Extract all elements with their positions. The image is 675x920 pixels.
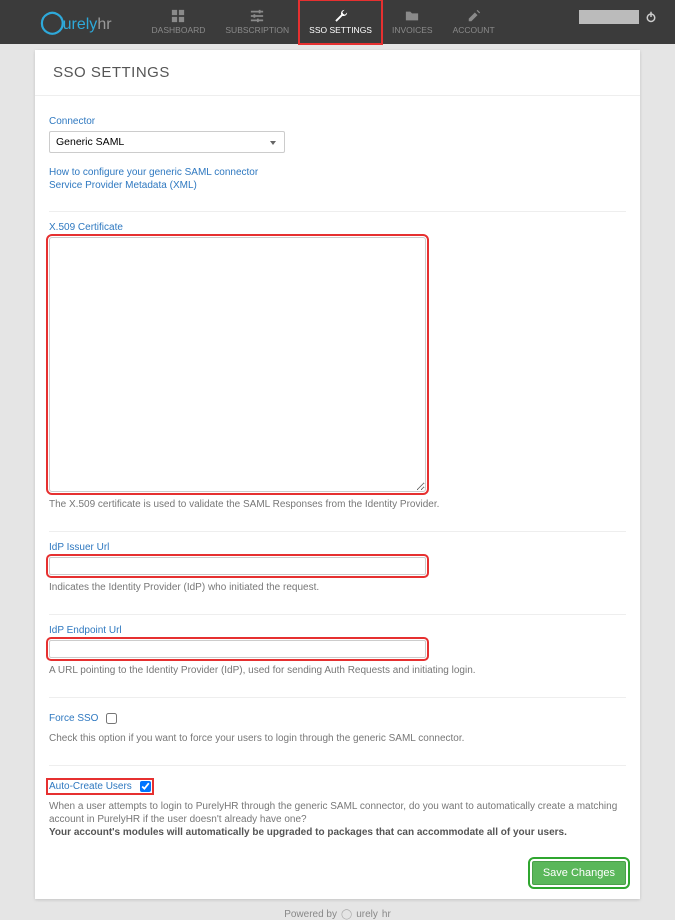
auto-create-label: Auto-Create Users xyxy=(49,781,132,792)
nav-sso-label: SSO SETTINGS xyxy=(309,25,372,35)
nav-dashboard[interactable]: DASHBOARD xyxy=(142,0,216,44)
connector-select-value: Generic SAML xyxy=(56,136,124,148)
auto-create-checkbox[interactable] xyxy=(140,781,151,792)
nav-dashboard-label: DASHBOARD xyxy=(152,25,206,35)
footer-powered-by: Powered by xyxy=(284,909,337,920)
force-sso-checkbox[interactable] xyxy=(106,713,117,724)
nav-invoices[interactable]: INVOICES xyxy=(382,0,443,44)
certificate-textarea[interactable] xyxy=(49,237,426,492)
nav-sso-settings[interactable]: SSO SETTINGS xyxy=(299,0,382,44)
connector-select[interactable]: Generic SAML xyxy=(49,131,285,153)
auto-create-hint-text: When a user attempts to login to PurelyH… xyxy=(49,801,617,825)
edit-icon xyxy=(466,9,482,23)
auto-create-hint-bold: Your account's modules will automaticall… xyxy=(49,827,567,838)
logo[interactable]: ◯ urely hr xyxy=(40,9,112,35)
connector-help-link[interactable]: How to configure your generic SAML conne… xyxy=(49,167,626,178)
footer: Powered by ◯ urelyhr xyxy=(0,909,675,920)
issuer-section: IdP Issuer Url Indicates the Identity Pr… xyxy=(49,531,626,594)
nav-account[interactable]: ACCOUNT xyxy=(443,0,505,44)
connector-label: Connector xyxy=(49,116,626,127)
power-icon[interactable] xyxy=(645,11,657,23)
footer-brand-prefix: urely xyxy=(356,909,378,920)
grid-icon xyxy=(170,9,186,23)
main-nav: DASHBOARD SUBSCRIPTION SSO SETTINGS INVO… xyxy=(142,0,505,44)
auto-create-section: Auto-Create Users When a user attempts t… xyxy=(49,765,626,839)
endpoint-input[interactable] xyxy=(49,640,426,658)
topbar-field[interactable] xyxy=(579,10,639,24)
issuer-hint: Indicates the Identity Provider (IdP) wh… xyxy=(49,581,626,594)
certificate-label: X.509 Certificate xyxy=(49,222,626,233)
page-body: Connector Generic SAML How to configure … xyxy=(35,95,640,899)
page-card: SSO SETTINGS Connector Generic SAML How … xyxy=(35,50,640,899)
auto-create-hint: When a user attempts to login to PurelyH… xyxy=(49,800,626,839)
force-sso-section: Force SSO Check this option if you want … xyxy=(49,697,626,745)
footer-brand-suffix: hr xyxy=(382,909,391,920)
endpoint-hint: A URL pointing to the Identity Provider … xyxy=(49,664,626,677)
force-sso-hint: Check this option if you want to force y… xyxy=(49,732,626,745)
folder-icon xyxy=(404,9,420,23)
logo-text-prefix: urely xyxy=(63,16,98,34)
footer-logo-mark-icon: ◯ xyxy=(341,909,352,920)
certificate-hint: The X.509 certificate is used to validat… xyxy=(49,498,626,511)
nav-subscription[interactable]: SUBSCRIPTION xyxy=(215,0,299,44)
certificate-section: X.509 Certificate The X.509 certificate … xyxy=(49,211,626,511)
nav-invoices-label: INVOICES xyxy=(392,25,433,35)
topbar-right xyxy=(579,10,657,24)
force-sso-label: Force SSO xyxy=(49,713,98,724)
save-button[interactable]: Save Changes xyxy=(532,861,626,885)
endpoint-label: IdP Endpoint Url xyxy=(49,625,626,636)
wrench-icon xyxy=(333,9,349,23)
force-sso-row: Force SSO xyxy=(49,713,117,724)
topbar: ◯ urely hr DASHBOARD SUBSCRIPTION SSO SE… xyxy=(0,0,675,44)
nav-account-label: ACCOUNT xyxy=(453,25,495,35)
connector-section: Connector Generic SAML How to configure … xyxy=(49,116,626,191)
sliders-icon xyxy=(249,9,265,23)
logo-text-suffix: hr xyxy=(97,16,111,34)
page-title: SSO SETTINGS xyxy=(35,50,640,95)
issuer-input[interactable] xyxy=(49,557,426,575)
issuer-label: IdP Issuer Url xyxy=(49,542,626,553)
nav-subscription-label: SUBSCRIPTION xyxy=(225,25,289,35)
logo-mark-icon: ◯ xyxy=(40,9,65,35)
auto-create-row: Auto-Create Users xyxy=(49,781,151,792)
connector-metadata-link[interactable]: Service Provider Metadata (XML) xyxy=(49,180,626,191)
endpoint-section: IdP Endpoint Url A URL pointing to the I… xyxy=(49,614,626,677)
